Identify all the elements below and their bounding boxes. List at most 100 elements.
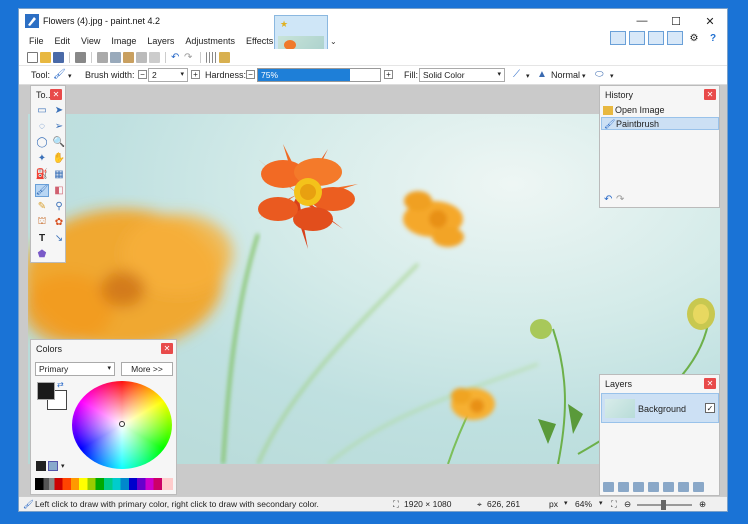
- menu-file[interactable]: File: [29, 36, 44, 46]
- move-layer-down-icon[interactable]: [678, 482, 689, 492]
- copy-icon[interactable]: [110, 52, 121, 63]
- fill-combobox[interactable]: Solid Color ▾: [419, 68, 505, 82]
- color-palette-strip[interactable]: [35, 478, 173, 490]
- alpha-blending-icon[interactable]: ⬭: [595, 69, 604, 80]
- menu-effects[interactable]: Effects: [246, 36, 273, 46]
- more-colors-button[interactable]: More >>: [121, 362, 173, 376]
- chevron-down-icon[interactable]: ▾: [599, 499, 603, 507]
- shapes-icon[interactable]: ⬟: [35, 248, 49, 261]
- help-icon[interactable]: ?: [705, 31, 721, 45]
- colors-window-toggle-icon[interactable]: [667, 31, 683, 45]
- menu-view[interactable]: View: [81, 36, 100, 46]
- chevron-down-icon[interactable]: ▾: [68, 72, 72, 80]
- undo-icon[interactable]: ↶: [171, 52, 182, 63]
- close-icon[interactable]: ✕: [704, 378, 716, 389]
- history-window-toggle-icon[interactable]: [629, 31, 645, 45]
- redo-icon[interactable]: ↷: [184, 52, 195, 63]
- color-picker-icon[interactable]: ⚲: [52, 200, 66, 213]
- paste-icon[interactable]: [123, 52, 134, 63]
- antialiasing-icon[interactable]: ⟋: [513, 69, 520, 80]
- layer-row-background[interactable]: Background ✓: [601, 393, 719, 423]
- history-redo-icon[interactable]: ↷: [616, 194, 624, 205]
- menu-edit[interactable]: Edit: [55, 36, 71, 46]
- zoom-slider-thumb[interactable]: [661, 500, 666, 510]
- zoom-in-icon[interactable]: ⊕: [699, 499, 706, 510]
- color-wheel-cursor[interactable]: [119, 421, 125, 427]
- magic-wand-icon[interactable]: ✦: [35, 152, 49, 165]
- settings-gear-icon[interactable]: ⚙: [686, 31, 702, 45]
- rectangle-select-tool-icon[interactable]: ▭: [35, 104, 49, 117]
- layers-window-toggle-icon[interactable]: [648, 31, 664, 45]
- duplicate-layer-icon[interactable]: [633, 482, 644, 492]
- grid-icon[interactable]: [206, 52, 217, 63]
- chevron-down-icon[interactable]: ▾: [526, 72, 530, 80]
- layer-properties-icon[interactable]: [693, 482, 704, 492]
- move-layer-up-icon[interactable]: [663, 482, 674, 492]
- text-icon[interactable]: T: [35, 232, 49, 245]
- units[interactable]: px: [549, 499, 558, 509]
- swap-colors-icon[interactable]: ⇄: [57, 380, 64, 389]
- history-item-paintbrush[interactable]: 🖌 Paintbrush: [601, 117, 719, 130]
- blend-mode-value[interactable]: Normal: [551, 70, 580, 80]
- paintbrush-tool-icon[interactable]: 🖌: [53, 69, 66, 80]
- tools-window-toggle-icon[interactable]: [610, 31, 626, 45]
- chevron-down-icon[interactable]: ▾: [61, 462, 65, 470]
- move-selection-icon[interactable]: ➢: [52, 120, 66, 133]
- menu-adjustments[interactable]: Adjustments: [185, 36, 235, 46]
- maximize-button[interactable]: ☐: [659, 9, 693, 33]
- cut-icon[interactable]: [97, 52, 108, 63]
- move-selected-pixels-icon[interactable]: ➤: [52, 104, 66, 117]
- new-file-icon[interactable]: [27, 52, 38, 63]
- close-button[interactable]: ✕: [693, 9, 727, 33]
- deselect-icon[interactable]: [149, 52, 160, 63]
- close-icon[interactable]: ✕: [704, 89, 716, 100]
- zoom-out-icon[interactable]: ⊖: [624, 499, 631, 510]
- minimize-button[interactable]: —: [625, 9, 659, 33]
- close-icon[interactable]: ✕: [50, 89, 62, 100]
- open-file-icon[interactable]: [40, 52, 51, 63]
- close-icon[interactable]: ✕: [161, 343, 173, 354]
- primary-color-swatch[interactable]: [37, 382, 55, 400]
- ruler-icon[interactable]: [219, 52, 230, 63]
- hardness-increase-icon[interactable]: +: [384, 70, 393, 79]
- line-curve-icon[interactable]: ↘: [52, 232, 66, 245]
- color-mode-combobox[interactable]: Primary ▾: [35, 362, 115, 376]
- zoom-slider[interactable]: [637, 500, 692, 510]
- brush-width-decrease-icon[interactable]: −: [138, 70, 147, 79]
- menu-image[interactable]: Image: [111, 36, 136, 46]
- crop-icon[interactable]: [136, 52, 147, 63]
- pan-hand-icon[interactable]: ✋: [52, 152, 66, 165]
- save-icon[interactable]: [53, 52, 64, 63]
- brush-width-combobox[interactable]: 2 ▾: [148, 68, 188, 82]
- chevron-down-icon[interactable]: ▾: [564, 499, 568, 507]
- zoom-level[interactable]: 64%: [575, 499, 592, 509]
- color-wheel[interactable]: [72, 381, 172, 469]
- ellipse-select-icon[interactable]: ◯: [35, 136, 49, 149]
- paintbrush-icon[interactable]: 🖌: [35, 184, 49, 197]
- lasso-select-icon[interactable]: ◌: [35, 120, 49, 133]
- zoom-icon[interactable]: 🔍: [52, 136, 66, 149]
- palette-icon[interactable]: [36, 461, 46, 471]
- chevron-down-icon[interactable]: ▾: [582, 72, 586, 80]
- history-item-open-image[interactable]: Open Image: [601, 104, 719, 117]
- palette-options-icon[interactable]: [48, 461, 58, 471]
- add-layer-icon[interactable]: [603, 482, 614, 492]
- chevron-down-icon[interactable]: ⌄: [330, 37, 337, 46]
- delete-layer-icon[interactable]: [618, 482, 629, 492]
- chevron-down-icon[interactable]: ▾: [610, 72, 614, 80]
- hardness-decrease-icon[interactable]: −: [246, 70, 255, 79]
- print-icon[interactable]: [75, 52, 86, 63]
- layer-visibility-checkbox[interactable]: ✓: [705, 403, 715, 413]
- hardness-slider[interactable]: 75%: [257, 68, 381, 82]
- clone-stamp-icon[interactable]: ⛫: [35, 216, 49, 229]
- menu-layers[interactable]: Layers: [147, 36, 174, 46]
- merge-layer-icon[interactable]: [648, 482, 659, 492]
- zoom-fit-icon[interactable]: ⛶: [611, 499, 617, 510]
- brush-width-increase-icon[interactable]: +: [191, 70, 200, 79]
- pencil-icon[interactable]: ✎: [35, 200, 49, 213]
- paint-bucket-icon[interactable]: ⛽: [35, 168, 49, 181]
- recolor-icon[interactable]: ✿: [52, 216, 66, 229]
- eraser-icon[interactable]: ◧: [52, 184, 66, 197]
- history-undo-icon[interactable]: ↶: [604, 194, 612, 205]
- gradient-icon[interactable]: ▦: [52, 168, 66, 181]
